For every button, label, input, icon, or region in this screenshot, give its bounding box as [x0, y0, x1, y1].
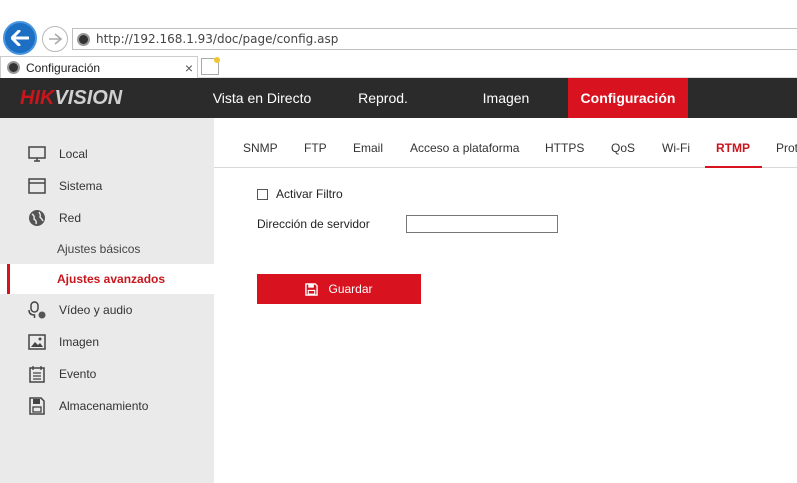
tab-wifi[interactable]: Wi-Fi [662, 141, 690, 155]
enable-filter-label: Activar Filtro [276, 187, 343, 201]
url-field[interactable]: http://192.168.1.93/doc/page/config.asp [72, 28, 797, 50]
tab-platform-access[interactable]: Acceso a plataforma [410, 141, 519, 155]
sidebar-item-system[interactable]: Sistema [0, 172, 214, 200]
url-text: http://192.168.1.93/doc/page/config.asp [96, 32, 339, 46]
sidebar-item-network[interactable]: Red [0, 204, 214, 232]
sidebar-item-label: Sistema [59, 179, 103, 193]
arrow-left-icon [11, 30, 29, 46]
sidebar-item-label: Vídeo y audio [59, 303, 133, 317]
sidebar-item-label: Imagen [59, 335, 100, 349]
tab-title: Configuración [26, 60, 101, 75]
browser-tab[interactable]: Configuración × [0, 56, 198, 78]
close-icon[interactable]: × [185, 60, 193, 76]
browser-address-bar: http://192.168.1.93/doc/page/config.asp [0, 20, 797, 58]
forward-button[interactable] [42, 26, 68, 52]
server-address-label: Dirección de servidor [257, 217, 370, 231]
nav-configuration[interactable]: Configuración [568, 78, 688, 118]
arrow-right-icon [49, 33, 62, 45]
sidebar-item-image[interactable]: Imagen [0, 328, 214, 356]
sidebar-subitem-advanced[interactable]: Ajustes avanzados [0, 264, 214, 294]
sidebar-item-storage[interactable]: Almacenamiento [0, 392, 214, 420]
tab-protocol[interactable]: Prot [776, 141, 797, 155]
image-icon [28, 334, 46, 350]
save-icon [305, 282, 319, 296]
sidebar-subitem-label: Ajustes avanzados [57, 272, 166, 286]
site-favicon-icon [77, 32, 90, 46]
sidebar-item-video-audio[interactable]: Vídeo y audio [0, 296, 214, 324]
save-label: Guardar [328, 282, 373, 296]
sidebar-item-local[interactable]: Local [0, 140, 214, 168]
calendar-icon [29, 366, 45, 383]
sidebar-item-label: Evento [59, 367, 97, 381]
tab-https[interactable]: HTTPS [545, 141, 584, 155]
sidebar-item-label: Almacenamiento [59, 399, 149, 413]
nav-image[interactable]: Imagen [465, 78, 547, 118]
top-navigation: HIKVISION Vista en Directo Reprod. Image… [0, 78, 797, 118]
config-tabs: SNMP FTP Email Acceso a plataforma HTTPS… [214, 118, 797, 168]
tab-favicon-icon [7, 61, 20, 74]
enable-filter-checkbox[interactable] [257, 189, 268, 200]
nav-live-view[interactable]: Vista en Directo [197, 78, 327, 118]
server-address-input[interactable] [406, 215, 558, 233]
nav-playback[interactable]: Reprod. [338, 78, 428, 118]
tab-qos[interactable]: QoS [611, 141, 635, 155]
sidebar-subitem-basic[interactable]: Ajustes básicos [57, 242, 140, 256]
storage-icon [29, 397, 45, 415]
browser-tab-bar: Configuración × [0, 56, 797, 78]
tab-rtmp[interactable]: RTMP [716, 141, 750, 155]
sidebar-item-event[interactable]: Evento [0, 360, 214, 388]
window-icon [28, 178, 46, 194]
microphone-icon [28, 301, 46, 319]
save-button[interactable]: Guardar [257, 274, 421, 304]
active-indicator [7, 264, 10, 294]
hikvision-logo: HIKVISION [20, 87, 123, 109]
sidebar-item-label: Red [59, 211, 82, 225]
new-tab-button[interactable] [201, 57, 220, 75]
monitor-icon [28, 146, 46, 162]
tab-email[interactable]: Email [353, 141, 383, 155]
tab-ftp[interactable]: FTP [304, 141, 327, 155]
active-tab-underline [705, 166, 762, 168]
tab-snmp[interactable]: SNMP [243, 141, 278, 155]
globe-icon [29, 210, 45, 226]
sidebar: Local Sistema Red Ajustes básicos Ajuste… [0, 118, 214, 483]
sidebar-item-label: Local [59, 147, 88, 161]
back-button[interactable] [3, 21, 37, 55]
